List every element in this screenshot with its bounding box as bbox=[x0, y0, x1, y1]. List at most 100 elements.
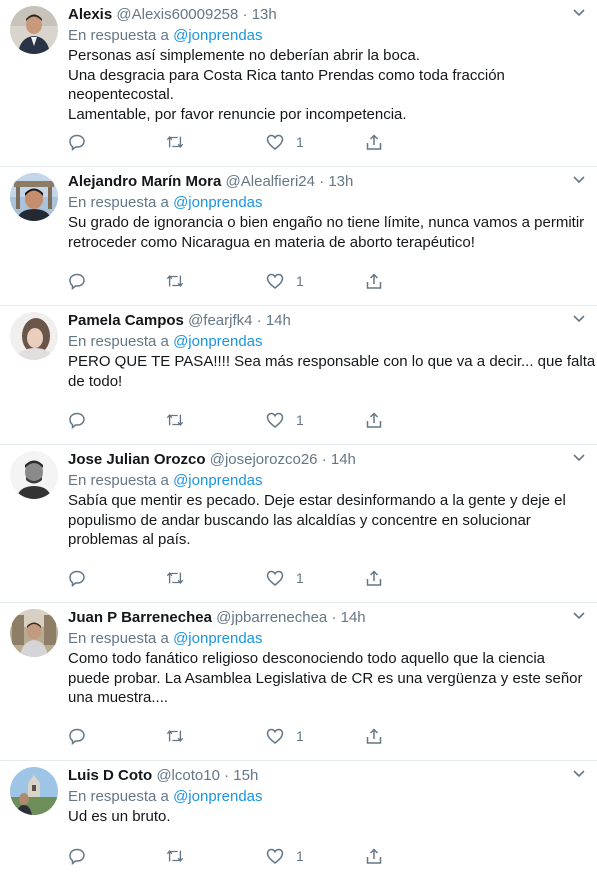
mention-link[interactable]: @jonprendas bbox=[173, 472, 262, 489]
tweet-actions: 1 bbox=[68, 271, 408, 291]
author-handle[interactable]: @jpbarrenechea bbox=[216, 609, 327, 626]
heart-icon bbox=[266, 570, 284, 586]
retweet-button[interactable] bbox=[166, 568, 184, 588]
timestamp[interactable]: 14h bbox=[331, 451, 356, 468]
retweet-icon bbox=[166, 413, 184, 427]
timestamp[interactable]: 13h bbox=[252, 6, 277, 23]
like-count: 1 bbox=[296, 412, 304, 428]
chevron-down-icon[interactable] bbox=[571, 6, 587, 20]
chevron-down-icon[interactable] bbox=[571, 767, 587, 781]
mention-link[interactable]: @jonprendas bbox=[173, 27, 262, 44]
author-handle[interactable]: @Alexis60009258 bbox=[116, 6, 238, 23]
tweet[interactable]: Juan P Barrenechea @jpbarrenechea · 14h … bbox=[0, 603, 597, 761]
chevron-down-icon[interactable] bbox=[571, 173, 587, 187]
share-button[interactable] bbox=[365, 846, 383, 866]
chevron-down-icon[interactable] bbox=[571, 609, 587, 623]
reply-icon bbox=[69, 728, 85, 745]
like-button[interactable]: 1 bbox=[266, 726, 304, 746]
reply-button[interactable] bbox=[68, 568, 86, 588]
share-button[interactable] bbox=[365, 132, 383, 152]
tweet-header: Juan P Barrenechea @jpbarrenechea · 14h bbox=[68, 609, 366, 626]
timestamp[interactable]: 14h bbox=[266, 312, 291, 329]
like-button[interactable]: 1 bbox=[266, 568, 304, 588]
share-icon bbox=[366, 273, 382, 289]
author-handle[interactable]: @Alealfieri24 bbox=[226, 173, 315, 190]
avatar[interactable] bbox=[10, 451, 58, 499]
retweet-button[interactable] bbox=[166, 271, 184, 291]
author-name[interactable]: Juan P Barrenechea bbox=[68, 609, 212, 626]
tweet-text: PERO QUE TE PASA!!!! Sea más responsable… bbox=[68, 353, 596, 390]
author-handle[interactable]: @fearjfk4 bbox=[188, 312, 252, 329]
tweet[interactable]: Luis D Coto @lcoto10 · 15h En respuesta … bbox=[0, 761, 597, 874]
timestamp[interactable]: 15h bbox=[233, 767, 258, 784]
chevron-down-icon[interactable] bbox=[571, 312, 587, 326]
like-button[interactable]: 1 bbox=[266, 271, 304, 291]
tweet-actions: 1 bbox=[68, 568, 408, 588]
tweet-header: Pamela Campos @fearjfk4 · 14h bbox=[68, 312, 291, 329]
tweet-header: Alejandro Marín Mora @Alealfieri24 · 13h bbox=[68, 173, 354, 190]
share-button[interactable] bbox=[365, 568, 383, 588]
mention-link[interactable]: @jonprendas bbox=[173, 333, 262, 350]
like-count: 1 bbox=[296, 728, 304, 744]
tweet-actions: 1 bbox=[68, 846, 408, 866]
timestamp[interactable]: 14h bbox=[341, 609, 366, 626]
tweet-actions: 1 bbox=[68, 726, 408, 746]
tweet-actions: 1 bbox=[68, 410, 408, 430]
reply-context: En respuesta a @jonprendas bbox=[68, 788, 263, 805]
share-button[interactable] bbox=[365, 271, 383, 291]
tweet-header: Alexis @Alexis60009258 · 13h bbox=[68, 6, 277, 23]
retweet-icon bbox=[166, 274, 184, 288]
reply-button[interactable] bbox=[68, 726, 86, 746]
reply-button[interactable] bbox=[68, 132, 86, 152]
reply-button[interactable] bbox=[68, 846, 86, 866]
avatar[interactable] bbox=[10, 609, 58, 657]
tweet-text: Como todo fanático religioso desconocien… bbox=[68, 650, 583, 706]
chevron-down-icon[interactable] bbox=[571, 451, 587, 465]
avatar[interactable] bbox=[10, 312, 58, 360]
retweet-icon bbox=[166, 849, 184, 863]
author-name[interactable]: Alejandro Marín Mora bbox=[68, 173, 221, 190]
avatar[interactable] bbox=[10, 6, 58, 54]
heart-icon bbox=[266, 134, 284, 150]
retweet-button[interactable] bbox=[166, 846, 184, 866]
reply-button[interactable] bbox=[68, 271, 86, 291]
retweet-icon bbox=[166, 135, 184, 149]
reply-context: En respuesta a @jonprendas bbox=[68, 630, 263, 647]
share-button[interactable] bbox=[365, 410, 383, 430]
tweet[interactable]: Alejandro Marín Mora @Alealfieri24 · 13h… bbox=[0, 167, 597, 306]
author-name[interactable]: Luis D Coto bbox=[68, 767, 152, 784]
share-icon bbox=[366, 134, 382, 150]
mention-link[interactable]: @jonprendas bbox=[173, 788, 262, 805]
like-button[interactable]: 1 bbox=[266, 410, 304, 430]
tweet[interactable]: Alexis @Alexis60009258 · 13h En respuest… bbox=[0, 0, 597, 167]
like-count: 1 bbox=[296, 134, 304, 150]
author-name[interactable]: Pamela Campos bbox=[68, 312, 184, 329]
like-button[interactable]: 1 bbox=[266, 132, 304, 152]
like-button[interactable]: 1 bbox=[266, 846, 304, 866]
reply-button[interactable] bbox=[68, 410, 86, 430]
like-count: 1 bbox=[296, 848, 304, 864]
heart-icon bbox=[266, 728, 284, 744]
tweet-text: Ud es un bruto. bbox=[68, 808, 171, 825]
share-button[interactable] bbox=[365, 726, 383, 746]
avatar[interactable] bbox=[10, 173, 58, 221]
avatar[interactable] bbox=[10, 767, 58, 815]
retweet-icon bbox=[166, 571, 184, 585]
tweet-text: Sabía que mentir es pecado. Deje estar d… bbox=[68, 492, 566, 548]
mention-link[interactable]: @jonprendas bbox=[173, 630, 262, 647]
retweet-button[interactable] bbox=[166, 726, 184, 746]
author-handle[interactable]: @josejorozco26 bbox=[210, 451, 318, 468]
retweet-button[interactable] bbox=[166, 132, 184, 152]
tweet[interactable]: Jose Julian Orozco @josejorozco26 · 14h … bbox=[0, 445, 597, 603]
author-handle[interactable]: @lcoto10 bbox=[156, 767, 220, 784]
author-name[interactable]: Jose Julian Orozco bbox=[68, 451, 206, 468]
timestamp[interactable]: 13h bbox=[328, 173, 353, 190]
author-name[interactable]: Alexis bbox=[68, 6, 112, 23]
reply-context: En respuesta a @jonprendas bbox=[68, 194, 263, 211]
retweet-button[interactable] bbox=[166, 410, 184, 430]
mention-link[interactable]: @jonprendas bbox=[173, 194, 262, 211]
reply-icon bbox=[69, 570, 85, 587]
tweet[interactable]: Pamela Campos @fearjfk4 · 14h En respues… bbox=[0, 306, 597, 445]
reply-context: En respuesta a @jonprendas bbox=[68, 472, 263, 489]
share-icon bbox=[366, 412, 382, 428]
